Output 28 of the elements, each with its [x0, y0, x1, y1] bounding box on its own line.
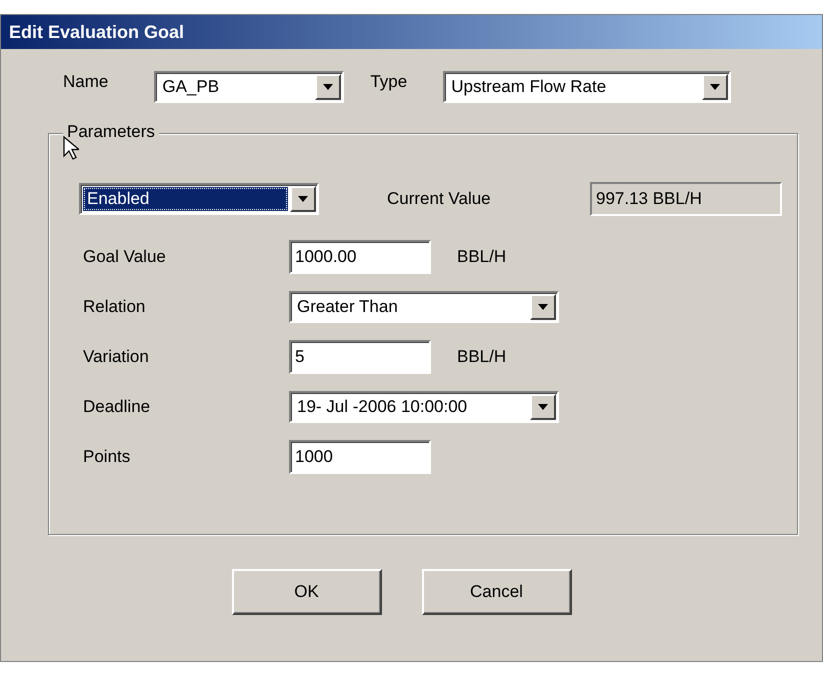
dropdown-field[interactable]: Upstream Flow Rate	[443, 71, 732, 103]
dropdown-arrow-icon[interactable]	[323, 84, 334, 90]
readonly-field: 997.13 BBL/H	[590, 182, 782, 216]
input-field[interactable]: 5	[289, 340, 431, 374]
field-label: Current Value	[387, 189, 492, 209]
dialog-button[interactable]: Cancel	[422, 569, 572, 615]
input-field[interactable]: 1000	[289, 440, 431, 474]
field-label: Variation	[82, 347, 150, 367]
dropdown-field[interactable]: Greater Than	[289, 291, 559, 323]
mouse-pointer-icon	[63, 136, 79, 160]
dropdown-arrow-icon[interactable]	[538, 304, 548, 310]
field-label: Points	[82, 447, 132, 467]
field-label: Type	[370, 72, 408, 92]
dropdown-arrow-icon[interactable]	[298, 196, 308, 202]
unit-label: BBL/H	[457, 247, 506, 267]
field-label: Goal Value	[82, 247, 167, 267]
field-label: Name	[63, 72, 108, 92]
dropdown-field[interactable]: GA_PB	[154, 71, 344, 103]
dropdown-arrow-icon[interactable]	[710, 84, 720, 90]
input-field[interactable]: 1000.00	[289, 240, 431, 274]
window-title: Edit Evaluation Goal	[1, 15, 822, 49]
unit-label: BBL/H	[457, 347, 506, 367]
dialog-button[interactable]: OK	[232, 569, 382, 615]
dropdown-arrow-icon[interactable]	[538, 404, 548, 410]
field-label: Relation	[82, 297, 146, 317]
status-dropdown[interactable]: Enabled	[79, 183, 319, 215]
field-label: Deadline	[82, 397, 152, 417]
dropdown-field[interactable]: 19- Jul -2006 10:00:00	[289, 391, 559, 423]
